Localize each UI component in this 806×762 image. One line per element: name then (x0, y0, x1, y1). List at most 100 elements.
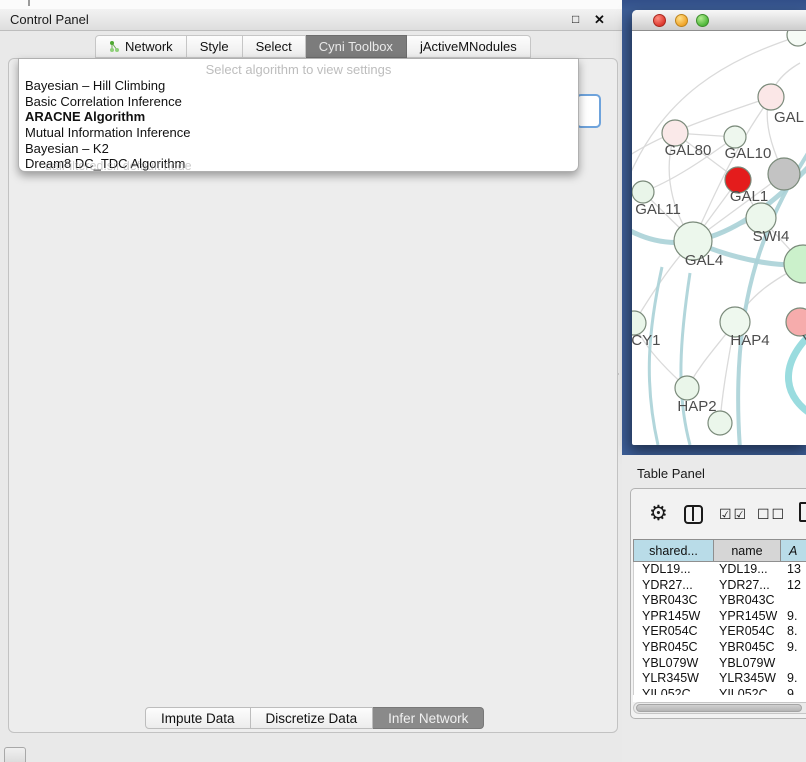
dropdown-item[interactable]: Bayesian – K2 (19, 141, 578, 157)
table-cell[interactable] (782, 593, 806, 609)
tab-discretize-data[interactable]: Discretize Data (251, 707, 374, 729)
tab-label: Infer Network (388, 711, 468, 726)
tab-jactivemnodules[interactable]: jActiveMNodules (407, 35, 531, 58)
column-header[interactable]: shared... (633, 539, 714, 562)
inference-algorithm-combo-fragment[interactable] (576, 94, 601, 128)
table-cell[interactable]: YLR345W (634, 671, 715, 687)
table-row[interactable]: YER054CYER054C8. (634, 624, 806, 640)
table-cell[interactable]: YIL052C (715, 687, 782, 695)
table-row[interactable]: YBL079WYBL079W (634, 656, 806, 672)
tab-label: Impute Data (161, 711, 235, 726)
table-row[interactable]: YPR145WYPR145W9. (634, 609, 806, 625)
table-horizontal-scrollbar[interactable] (633, 702, 806, 714)
gear-icon[interactable]: ⚙ (649, 499, 668, 529)
dropdown-item-selected[interactable]: ARACNE Algorithm (19, 109, 578, 125)
network-node[interactable] (632, 181, 654, 203)
table-row[interactable]: YBR045CYBR045C9. (634, 640, 806, 656)
tab-infer-network[interactable]: Infer Network (373, 707, 484, 729)
network-node-label: HAP4 (730, 332, 769, 349)
dropdown-item[interactable]: Mutual Information Inference (19, 125, 578, 141)
network-node-label: Y (802, 332, 806, 349)
table-cell[interactable]: YPR145W (634, 609, 715, 625)
columns-icon[interactable] (684, 505, 703, 524)
network-node[interactable] (675, 376, 699, 400)
table-row[interactable]: YIL052CYIL052C9. (634, 687, 806, 695)
corner-button[interactable] (4, 747, 26, 762)
network-edge[interactable] (681, 273, 690, 445)
close-icon[interactable]: ✕ (594, 12, 605, 28)
dropdown-item[interactable]: Bayesian – Hill Climbing (19, 78, 578, 94)
table-cell[interactable]: YDL19... (634, 562, 715, 578)
control-panel: Control Panel □ ✕ Network Style Select C… (0, 0, 622, 762)
table-toolbar: ⚙ ☑☑ ☐☐ (631, 495, 806, 535)
table-row[interactable]: YBR043CYBR043C (634, 593, 806, 609)
top-strip (0, 0, 622, 9)
column-header[interactable]: A (781, 539, 806, 562)
app-root: Control Panel □ ✕ Network Style Select C… (0, 0, 806, 762)
divider-tick (28, 0, 30, 6)
tab-network[interactable]: Network (95, 35, 187, 58)
tab-label: Network (125, 39, 173, 54)
table-panel-title: Table Panel (637, 466, 705, 481)
table-panel: ⚙ ☑☑ ☐☐ shared... name A YDL19...YDL19..… (630, 488, 806, 719)
table-cell[interactable]: YER054C (634, 624, 715, 640)
table-cell[interactable]: YPR145W (715, 609, 782, 625)
network-node-label: GAL11 (635, 201, 681, 218)
scrollbar-thumb[interactable] (636, 704, 802, 712)
table-cell[interactable]: YBL079W (634, 656, 715, 672)
network-node-label: GAL10 (725, 145, 772, 162)
table-panel-section: Table Panel ⚙ ☑☑ ☐☐ shared... name A YDL… (622, 455, 806, 762)
table-rows-gap (633, 695, 806, 702)
table-cell[interactable]: YBR043C (634, 593, 715, 609)
table-cell[interactable]: YDL19... (715, 562, 782, 578)
table-cell[interactable]: 9. (782, 609, 806, 625)
table-cell[interactable]: YBR045C (634, 640, 715, 656)
export-table-icon[interactable] (799, 502, 806, 522)
table-cell[interactable]: YER054C (715, 624, 782, 640)
float-window-icon[interactable]: □ (572, 12, 579, 26)
network-window-titlebar[interactable] (632, 10, 806, 31)
table-row[interactable]: YDR27...YDR27...12 (634, 578, 806, 594)
tab-label: Discretize Data (266, 711, 358, 726)
column-header[interactable]: name (714, 539, 781, 562)
table-cell[interactable]: 9. (782, 687, 806, 695)
table-cell[interactable]: YBR045C (715, 640, 782, 656)
table-cell[interactable]: YIL052C (634, 687, 715, 695)
minimize-traffic-light[interactable] (675, 14, 688, 27)
network-desktop: GALGAL80GAL10GAL1GAL11SWI4GAL4GCY1HAP4YH… (622, 0, 806, 455)
network-node[interactable] (787, 31, 806, 46)
table-row[interactable]: YLR345WYLR345W9. (634, 671, 806, 687)
table-cell[interactable]: 13 (782, 562, 806, 578)
dropdown-prompt: Select algorithm to view settings (19, 62, 578, 78)
table-cell[interactable]: YBR043C (715, 593, 782, 609)
table-rows: YDL19...YDL19...13YDR27...YDR27...12YBR0… (633, 562, 806, 695)
table-cell[interactable] (782, 656, 806, 672)
close-traffic-light[interactable] (653, 14, 666, 27)
tab-cyni-toolbox[interactable]: Cyni Toolbox (306, 35, 407, 58)
select-all-checkboxes-icon[interactable]: ☑☑ (719, 506, 748, 523)
network-node[interactable] (758, 84, 784, 110)
table-cell[interactable]: YDR27... (634, 578, 715, 594)
network-node-label: SWI4 (753, 228, 790, 245)
network-node-label: GAL (774, 109, 804, 126)
tab-impute-data[interactable]: Impute Data (145, 707, 251, 729)
deselect-all-checkboxes-icon[interactable]: ☐☐ (757, 506, 786, 523)
table-cell[interactable]: 8. (782, 624, 806, 640)
zoom-traffic-light[interactable] (696, 14, 709, 27)
table-cell[interactable]: YLR345W (715, 671, 782, 687)
table-cell[interactable]: 9. (782, 671, 806, 687)
tab-select[interactable]: Select (243, 35, 306, 58)
tab-style[interactable]: Style (187, 35, 243, 58)
table-cell[interactable]: YBL079W (715, 656, 782, 672)
network-canvas[interactable]: GALGAL80GAL10GAL1GAL11SWI4GAL4GCY1HAP4YH… (632, 31, 806, 445)
network-view-window: GALGAL80GAL10GAL1GAL11SWI4GAL4GCY1HAP4YH… (632, 10, 806, 445)
table-row[interactable]: YDL19...YDL19...13 (634, 562, 806, 578)
network-node-label: GCY1 (632, 332, 660, 349)
table-cell[interactable]: 9. (782, 640, 806, 656)
table-cell[interactable]: YDR27... (715, 578, 782, 594)
network-node[interactable] (768, 158, 800, 190)
table-cell[interactable]: 12 (782, 578, 806, 594)
network-node[interactable] (784, 245, 806, 283)
network-node-label: GAL80 (665, 142, 712, 159)
dropdown-item[interactable]: Basic Correlation Inference (19, 94, 578, 110)
